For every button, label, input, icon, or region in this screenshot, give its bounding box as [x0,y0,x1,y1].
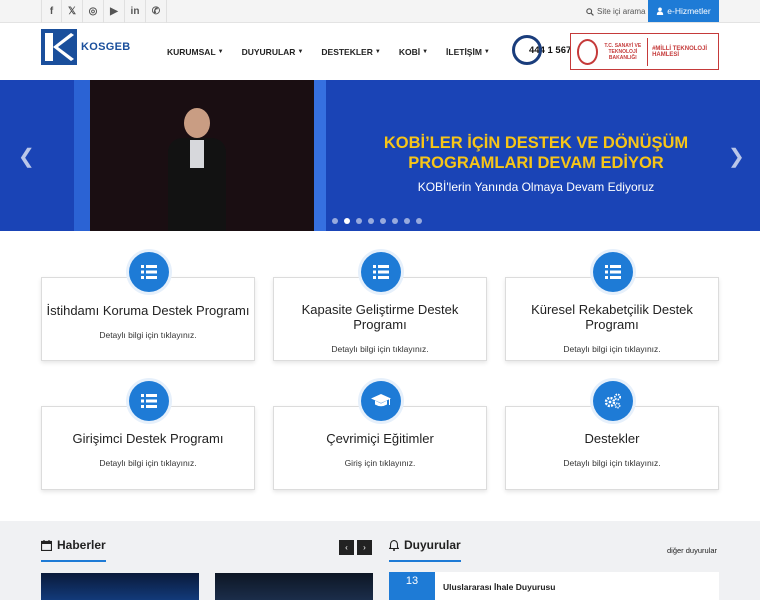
user-icon [657,7,664,15]
ministry-logo[interactable]: T.C. SANAYİ VE TEKNOLOJİ BAKANLIĞI #MİLL… [570,33,719,70]
nav-item-iletisim[interactable]: İLETİŞİM ▼ [446,47,490,57]
hero-headline: KOBİ’LER İÇİN DESTEK VE DÖNÜŞÜM PROGRAML… [383,134,689,172]
slider-dot[interactable] [332,218,338,224]
ministry-seal-icon [577,38,599,65]
news-next-button[interactable]: › [357,540,372,555]
site-search-label: Site içi arama [597,7,646,16]
site-search-link[interactable]: Site içi arama [586,0,645,23]
phone-icon[interactable]: ✆ [146,0,167,23]
chevron-down-icon: ▼ [217,48,224,55]
e-hizmetler-button[interactable]: e-Hizmetler [648,0,719,22]
card-subtitle: Detaylı bilgi için tıklayınız. [563,458,661,468]
divider [647,37,649,66]
card-title: Kapasite Geliştirme Destek Programı [301,302,459,332]
chevron-down-icon: ▼ [483,48,490,55]
card-subtitle: Detaylı bilgi için tıklayınız. [99,458,197,468]
card-subtitle: Detaylı bilgi için tıklayınız. [99,330,197,340]
slider-dot-active[interactable] [344,218,350,224]
calendar-icon [41,539,52,551]
chevron-left-icon: ‹ [345,543,348,552]
card-istihdami-koruma[interactable]: İstihdamı Koruma Destek Programı Detaylı… [41,252,255,361]
slider-dot[interactable] [356,218,362,224]
main-header: KOSGEB KURUMSAL ▼ DUYURULAR ▼ DESTEKLER ▼ K… [0,23,760,80]
kosgeb-logo[interactable]: KOSGEB [41,29,130,65]
card-title: İstihdamı Koruma Destek Programı [46,303,250,318]
card-title: Destekler [584,431,640,446]
speaker-figure [162,108,232,231]
e-hizmetler-label: e-Hizmetler [667,6,711,16]
card-title: Çevrimiçi Eğitimler [326,431,434,446]
announcements-underline [389,560,461,562]
announcement-title: Uluslararası İhale Duyurusu [443,582,556,592]
card-cevrimici-egitimler[interactable]: Çevrimiçi Eğitimler Giriş için tıklayını… [273,381,487,490]
graduation-cap-icon [361,381,401,421]
nav-item-kobi[interactable]: KOBİ ▼ [399,47,428,57]
announcement-item[interactable]: 13 Uluslararası İhale Duyurusu [389,572,719,600]
news-title: Haberler [57,538,106,552]
news-thumbnail[interactable] [215,573,373,600]
card-subtitle: Detaylı bilgi için tıklayınız. [563,344,661,354]
bell-icon [389,539,399,551]
news-thumbnail[interactable] [41,573,199,600]
list-icon [361,252,401,292]
list-icon [129,252,169,292]
x-twitter-icon[interactable]: 𝕏 [62,0,83,23]
stage-light-left [74,80,90,231]
list-icon [593,252,633,292]
chevron-down-icon: ▼ [422,48,429,55]
more-announcements-link[interactable]: diğer duyurular [667,546,717,555]
slider-dot[interactable] [416,218,422,224]
hero-subline: KOBİ'lerin Yanında Olmaya Devam Ediyoruz [417,180,655,194]
call-center-badge[interactable]: 444 1 567 [512,35,573,65]
stage-light-right [314,80,326,231]
news-underline [41,560,106,562]
slider-dot[interactable] [392,218,398,224]
list-icon [129,381,169,421]
program-cards-section: İstihdamı Koruma Destek Programı Detaylı… [0,231,760,521]
chevron-down-icon: ▼ [297,48,304,55]
logo-text: KOSGEB [81,41,131,53]
facebook-icon[interactable]: f [41,0,62,23]
chevron-down-icon: ▼ [374,48,381,55]
card-subtitle: Detaylı bilgi için tıklayınız. [331,344,429,354]
top-bar: f 𝕏 ◎ ▶ in ✆ Site içi arama e-Hizmetler [0,0,760,23]
chevron-right-icon: › [363,543,366,552]
hero-photo [90,80,314,231]
milli-teknoloji-logo: #MİLLİ TEKNOLOJİ HAMLESİ [652,45,708,58]
slider-dot[interactable] [380,218,386,224]
card-subtitle: Giriş için tıklayınız. [344,458,416,468]
announcements-heading: Duyurular [389,538,461,552]
nav-item-duyurular[interactable]: DUYURULAR ▼ [242,47,304,57]
slider-dot[interactable] [368,218,374,224]
slider-dot[interactable] [404,218,410,224]
youtube-icon[interactable]: ▶ [104,0,125,23]
card-kuresel-rekabetcilik[interactable]: Küresel Rekabetçilik Destek Programı Det… [505,252,719,361]
slider-prev-icon[interactable]: ❮ [18,144,35,169]
card-kapasite-gelistirme[interactable]: Kapasite Geliştirme Destek Programı Deta… [273,252,487,361]
slider-dots [332,218,422,224]
nav-item-destekler[interactable]: DESTEKLER ▼ [321,47,380,57]
social-links: f 𝕏 ◎ ▶ in ✆ [41,0,167,23]
card-girisimci-destek[interactable]: Girişimci Destek Programı Detaylı bilgi … [41,381,255,490]
slider-next-icon[interactable]: ❯ [728,144,745,169]
linkedin-icon[interactable]: in [125,0,146,23]
kosgeb-logo-mark [41,29,77,65]
nav-item-kurumsal[interactable]: KURUMSAL ▼ [167,47,224,57]
search-icon [586,7,594,16]
news-prev-button[interactable]: ‹ [339,540,354,555]
announcements-title: Duyurular [404,538,461,552]
instagram-icon[interactable]: ◎ [83,0,104,23]
card-destekler[interactable]: Destekler Detaylı bilgi için tıklayınız. [505,381,719,490]
gears-icon [593,381,633,421]
ministry-text: T.C. SANAYİ VE TEKNOLOJİ BAKANLIĞI [604,42,642,61]
news-heading: Haberler [41,538,106,552]
main-nav: KURUMSAL ▼ DUYURULAR ▼ DESTEKLER ▼ KOBİ ▼ İL… [167,23,490,80]
card-title: Girişimci Destek Programı [72,431,224,446]
announcement-date: 13 [389,572,435,600]
card-title: Küresel Rekabetçilik Destek Programı [531,302,693,332]
phone-circle-icon [512,35,542,65]
